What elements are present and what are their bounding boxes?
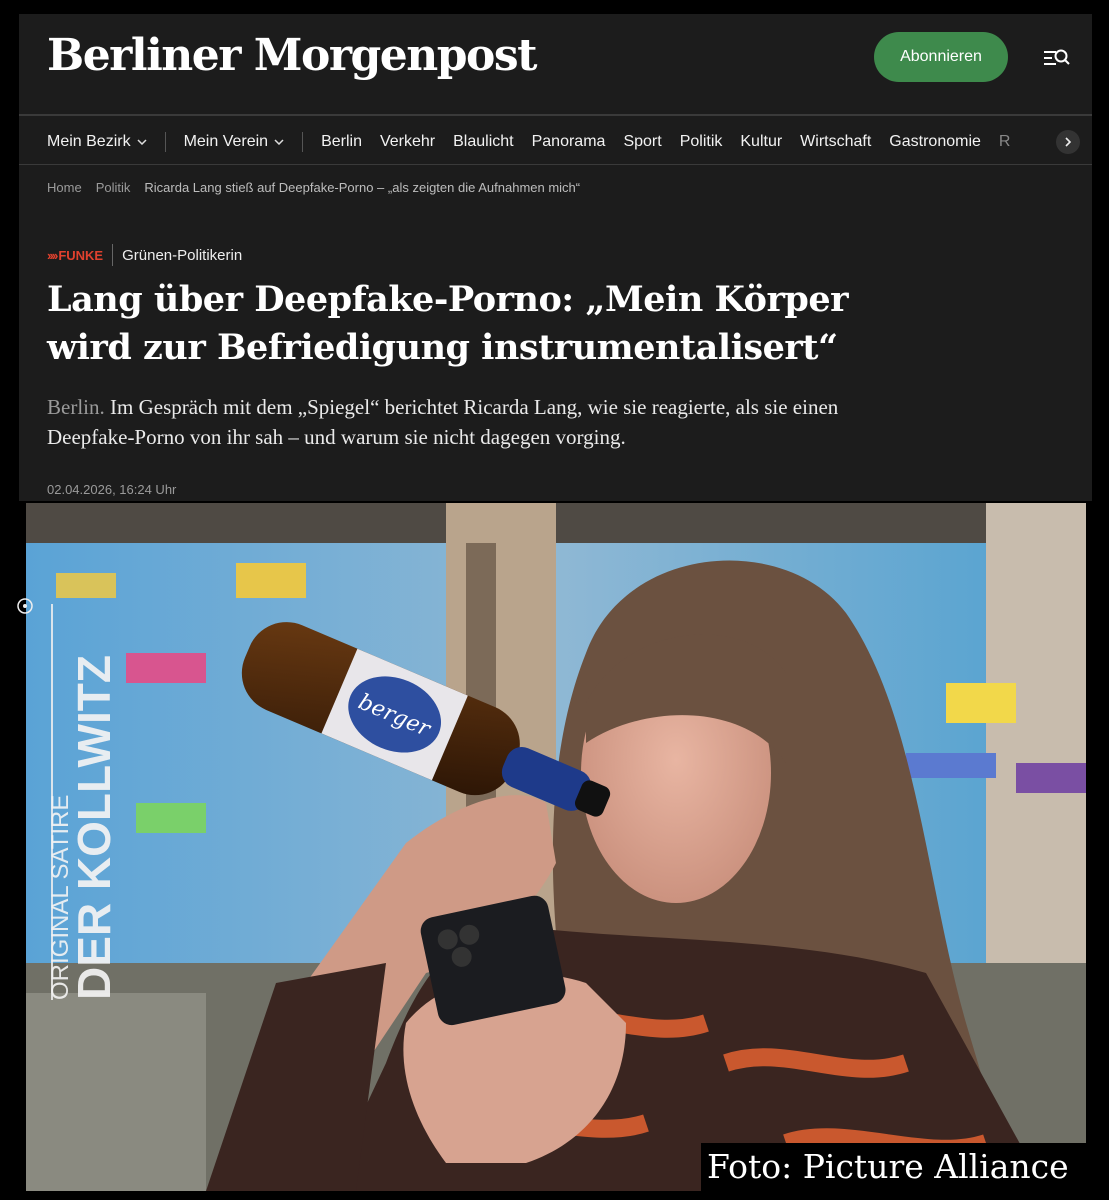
kicker-topic: Grünen-Politikerin — [122, 246, 243, 264]
breadcrumb-politik[interactable]: Politik — [96, 180, 131, 195]
nav-divider — [19, 164, 1092, 165]
chevron-right-icon[interactable] — [1056, 130, 1080, 154]
article-teaser: Berlin. Im Gespräch mit dem „Spiegel“ be… — [47, 392, 927, 452]
article-header-panel: Berliner Morgenpost Abonnieren Mein Bezi… — [19, 14, 1092, 501]
site-logo[interactable]: Berliner Morgenpost — [47, 28, 537, 84]
funke-logo-icon: ›››› — [47, 247, 58, 263]
teaser-location: Berlin. — [47, 395, 105, 419]
satire-watermark: ORIGINAL SATIRE DER KOLLWITZ — [40, 598, 120, 1004]
nav-item-politik[interactable]: Politik — [680, 133, 723, 151]
nav-item-mein-verein[interactable]: Mein Verein — [184, 133, 285, 151]
teaser-text: Im Gespräch mit dem „Spiegel“ berichtet … — [47, 395, 839, 449]
nav-item-gastronomie[interactable]: Gastronomie — [889, 133, 981, 151]
nav-item-verkehr[interactable]: Verkehr — [380, 133, 435, 151]
article-photo: berger — [26, 503, 1086, 1191]
main-navigation: Mein Bezirk Mein Verein Berlin Verkehr B… — [47, 118, 1092, 166]
nav-item-berlin[interactable]: Berlin — [321, 133, 362, 151]
nav-item-blaulicht[interactable]: Blaulicht — [453, 133, 513, 151]
breadcrumb-current: Ricarda Lang stieß auf Deepfake-Porno – … — [144, 180, 581, 195]
nav-item-mein-bezirk[interactable]: Mein Bezirk — [47, 133, 147, 151]
breadcrumb-home[interactable]: Home — [47, 180, 82, 195]
nav-item-sport[interactable]: Sport — [623, 133, 661, 151]
watermark-large: DER KOLLWITZ — [68, 655, 116, 1000]
article-date: 02.04.2026, 16:24 Uhr — [47, 482, 177, 497]
chevron-down-icon — [137, 139, 147, 145]
subscribe-button[interactable]: Abonnieren — [874, 32, 1008, 82]
breadcrumb: Home Politik Ricarda Lang stieß auf Deep… — [47, 180, 580, 195]
nav-separator — [302, 132, 304, 152]
nav-item-label: Mein Verein — [183, 133, 269, 150]
nav-separator — [164, 132, 166, 152]
header-divider — [19, 114, 1092, 116]
nav-item-panorama[interactable]: Panorama — [532, 133, 606, 151]
article-headline: Lang über Deepfake-Porno: „Mein Körper w… — [47, 279, 849, 368]
info-icon[interactable] — [16, 597, 34, 620]
photo-credit: Foto: Picture Alliance — [701, 1143, 1086, 1191]
menu-search-icon[interactable] — [1042, 46, 1074, 70]
funke-brand: ›››› FUNKE — [47, 248, 103, 263]
nav-item-overflow[interactable]: R — [999, 133, 1011, 151]
article-kicker: ›››› FUNKE Grünen-Politikerin — [47, 244, 242, 266]
nav-item-kultur[interactable]: Kultur — [740, 133, 782, 151]
nav-item-label: Mein Bezirk — [47, 133, 131, 150]
nav-item-wirtschaft[interactable]: Wirtschaft — [800, 133, 871, 151]
kicker-separator — [112, 244, 114, 266]
chevron-down-icon — [274, 139, 284, 145]
funke-label: FUNKE — [58, 247, 104, 263]
